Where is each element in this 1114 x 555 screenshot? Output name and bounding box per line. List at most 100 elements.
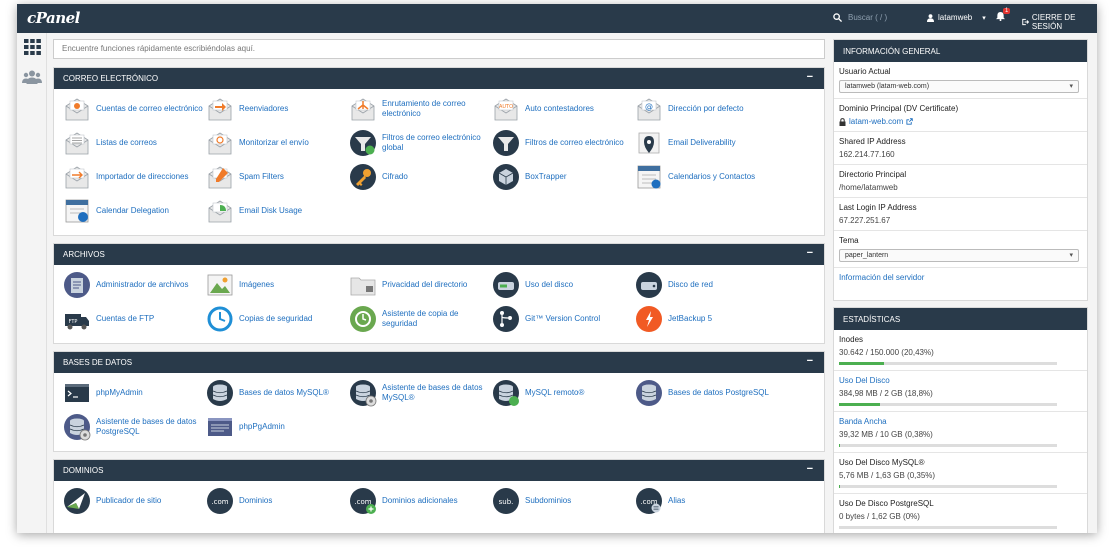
feature-web-disk[interactable]: Disco de red xyxy=(635,270,778,300)
feature-file-manager[interactable]: Administrador de archivos xyxy=(63,270,206,300)
feature-backup-wizard[interactable]: Asistente de copia de seguridad xyxy=(349,304,492,334)
feature-track-delivery[interactable]: Monitorizar el envío xyxy=(206,128,349,158)
feature-label[interactable]: Auto contestadores xyxy=(525,104,594,114)
theme-select[interactable]: paper_lantern xyxy=(839,249,1079,262)
feature-backup[interactable]: Copias de seguridad xyxy=(206,304,349,334)
feature-label[interactable]: JetBackup 5 xyxy=(668,314,712,324)
feature-global-filters[interactable]: Filtros de correo electrónico global xyxy=(349,128,492,158)
current-user-select[interactable]: latamweb (latam-web.com) xyxy=(839,80,1079,93)
feature-spam-filters[interactable]: Spam Filters xyxy=(206,162,349,192)
feature-label[interactable]: Privacidad del directorio xyxy=(382,280,467,290)
feature-postgresql-databases[interactable]: Bases de datos PostgreSQL xyxy=(635,378,778,408)
feature-label[interactable]: Copias de seguridad xyxy=(239,314,312,324)
feature-address-importer[interactable]: Importador de direcciones xyxy=(63,162,206,192)
collapse-icon[interactable]: − xyxy=(807,355,813,367)
databases-section-header[interactable]: BASES DE DATOS − xyxy=(54,352,824,373)
stat-label[interactable]: Uso Del Disco xyxy=(839,376,1083,385)
feature-label[interactable]: Filtros de correo electrónico xyxy=(525,138,624,148)
feature-jetbackup[interactable]: JetBackup 5 xyxy=(635,304,778,334)
feature-label[interactable]: Subdominios xyxy=(525,496,571,506)
feature-aliases[interactable]: .com Alias xyxy=(635,486,778,516)
cpanel-logo[interactable]: cPanel xyxy=(27,9,80,27)
feature-label[interactable]: Calendarios y Contactos xyxy=(668,172,755,182)
primary-domain-link[interactable]: latam-web.com xyxy=(849,117,903,126)
collapse-icon[interactable]: − xyxy=(807,247,813,259)
stat-label[interactable]: Banda Ancha xyxy=(839,417,1083,426)
feature-label[interactable]: Asistente de bases de datos PostgreSQL xyxy=(96,417,206,437)
feature-default-address[interactable]: @ Dirección por defecto xyxy=(635,94,778,124)
feature-phppgadmin[interactable]: phpPgAdmin xyxy=(206,412,349,442)
collapse-icon[interactable]: − xyxy=(807,71,813,83)
feature-label[interactable]: Calendar Delegation xyxy=(96,206,169,216)
feature-label[interactable]: Monitorizar el envío xyxy=(239,138,309,148)
feature-site-publisher[interactable]: Publicador de sitio xyxy=(63,486,206,516)
feature-label[interactable]: MySQL remoto® xyxy=(525,388,584,398)
feature-label[interactable]: Dominios xyxy=(239,496,272,506)
feature-label[interactable]: Listas de correos xyxy=(96,138,157,148)
feature-mailing-lists[interactable]: Listas de correos xyxy=(63,128,206,158)
feature-label[interactable]: Enrutamiento de correo electrónico xyxy=(382,99,492,119)
feature-label[interactable]: Cifrado xyxy=(382,172,408,182)
notifications-button[interactable]: 1 xyxy=(996,8,1011,24)
feature-label[interactable]: Dirección por defecto xyxy=(668,104,744,114)
feature-label[interactable]: Bases de datos PostgreSQL xyxy=(668,388,769,398)
feature-email-routing[interactable]: Enrutamiento de correo electrónico xyxy=(349,94,492,124)
feature-label[interactable]: Alias xyxy=(668,496,685,506)
top-search-placeholder[interactable]: Buscar ( / ) xyxy=(848,13,887,22)
feature-label[interactable]: Reenviadores xyxy=(239,104,288,114)
feature-calendars[interactable]: Calendarios y Contactos xyxy=(635,162,778,192)
feature-email-accounts[interactable]: Cuentas de correo electrónico xyxy=(63,94,206,124)
feature-label[interactable]: Dominios adicionales xyxy=(382,496,458,506)
files-section-header[interactable]: ARCHIVOS − xyxy=(54,244,824,265)
feature-label[interactable]: Cuentas de FTP xyxy=(96,314,154,324)
feature-images[interactable]: Imágenes xyxy=(206,270,349,300)
logout-label[interactable]: CIERRE DE SESIÓN xyxy=(1032,13,1097,31)
feature-label[interactable]: Uso del disco xyxy=(525,280,573,290)
feature-subdomains[interactable]: sub. Subdominios xyxy=(492,486,635,516)
feature-directory-privacy[interactable]: Privacidad del directorio xyxy=(349,270,492,300)
feature-label[interactable]: Importador de direcciones xyxy=(96,172,189,182)
top-search[interactable]: Buscar ( / ) xyxy=(833,13,887,22)
feature-label[interactable]: Asistente de bases de datos MySQL® xyxy=(382,383,492,403)
user-menu[interactable]: latamweb ▾ xyxy=(927,13,986,22)
feature-label[interactable]: Email Deliverability xyxy=(668,138,736,148)
feature-search-input[interactable]: Encuentre funciones rápidamente escribié… xyxy=(53,39,825,59)
feature-email-disk-usage[interactable]: Email Disk Usage xyxy=(206,196,349,226)
feature-label[interactable]: Publicador de sitio xyxy=(96,496,161,506)
feature-email-filters[interactable]: Filtros de correo electrónico xyxy=(492,128,635,158)
feature-git[interactable]: Git™ Version Control xyxy=(492,304,635,334)
feature-label[interactable]: Administrador de archivos xyxy=(96,280,188,290)
domains-section-header[interactable]: DOMINIOS − xyxy=(54,460,824,481)
logout-button[interactable]: CIERRE DE SESIÓN xyxy=(1022,13,1097,31)
feature-remote-mysql[interactable]: MySQL remoto® xyxy=(492,378,635,408)
feature-ftp-accounts[interactable]: FTP Cuentas de FTP xyxy=(63,304,206,334)
feature-domains[interactable]: .com Dominios xyxy=(206,486,349,516)
feature-label[interactable]: Email Disk Usage xyxy=(239,206,302,216)
users-icon[interactable] xyxy=(22,69,42,85)
feature-label[interactable]: phpMyAdmin xyxy=(96,388,143,398)
server-info-link[interactable]: Información del servidor xyxy=(839,273,1083,282)
feature-postgresql-wizard[interactable]: Asistente de bases de datos PostgreSQL xyxy=(63,412,206,442)
feature-forwarders[interactable]: Reenviadores xyxy=(206,94,349,124)
external-link-icon[interactable] xyxy=(906,118,913,125)
feature-label[interactable]: phpPgAdmin xyxy=(239,422,285,432)
feature-boxtrapper[interactable]: BoxTrapper xyxy=(492,162,635,192)
feature-mysql-databases[interactable]: Bases de datos MySQL® xyxy=(206,378,349,408)
feature-mysql-wizard[interactable]: Asistente de bases de datos MySQL® xyxy=(349,378,492,408)
feature-deliverability[interactable]: Email Deliverability xyxy=(635,128,778,158)
feature-addon-domains[interactable]: .com Dominios adicionales xyxy=(349,486,492,516)
feature-label[interactable]: BoxTrapper xyxy=(525,172,567,182)
feature-label[interactable]: Spam Filters xyxy=(239,172,284,182)
feature-calendar-delegation[interactable]: Calendar Delegation xyxy=(63,196,206,226)
feature-phpmyadmin[interactable]: phpMyAdmin xyxy=(63,378,206,408)
feature-label[interactable]: Bases de datos MySQL® xyxy=(239,388,329,398)
feature-encryption[interactable]: Cifrado xyxy=(349,162,492,192)
feature-label[interactable]: Git™ Version Control xyxy=(525,314,600,324)
feature-label[interactable]: Asistente de copia de seguridad xyxy=(382,309,492,329)
collapse-icon[interactable]: − xyxy=(807,463,813,475)
feature-label[interactable]: Cuentas de correo electrónico xyxy=(96,104,203,114)
feature-label[interactable]: Filtros de correo electrónico global xyxy=(382,133,492,153)
feature-label[interactable]: Disco de red xyxy=(668,280,713,290)
email-section-header[interactable]: CORREO ELECTRÓNICO − xyxy=(54,68,824,89)
feature-label[interactable]: Imágenes xyxy=(239,280,274,290)
